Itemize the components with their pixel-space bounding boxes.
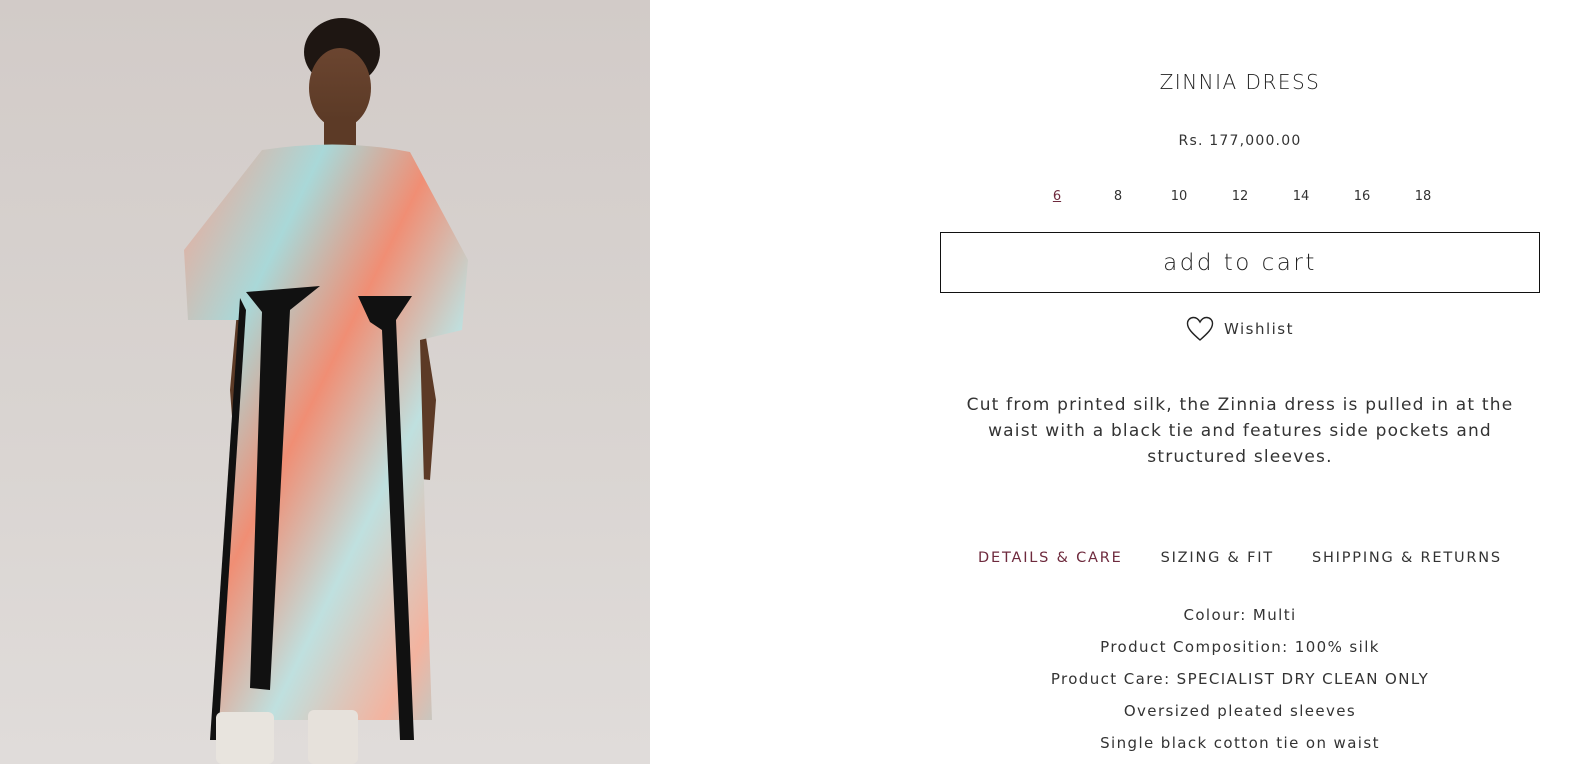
detail-composition: Product Composition: 100% silk — [1100, 638, 1380, 656]
product-description: Cut from printed silk, the Zinnia dress … — [966, 395, 1514, 467]
detail-care: Product Care: SPECIALIST DRY CLEAN ONLY — [1050, 670, 1430, 688]
product-photo-illustration — [184, 18, 468, 764]
size-option-12[interactable]: 12 — [1210, 189, 1271, 204]
add-to-cart-button[interactable]: add to cart — [940, 232, 1540, 293]
size-option-16[interactable]: 16 — [1332, 189, 1393, 204]
product-image[interactable] — [0, 0, 650, 764]
tab-sizing-fit[interactable]: SIZING & FIT — [1161, 550, 1274, 566]
size-option-14[interactable]: 14 — [1271, 189, 1332, 204]
product-tabs: DETAILS & CARE SIZING & FIT SHIPPING & R… — [940, 550, 1540, 566]
heart-icon — [1186, 316, 1214, 341]
detail-colour: Colour: Multi — [1183, 606, 1297, 624]
tab-shipping-returns[interactable]: SHIPPING & RETURNS — [1312, 550, 1502, 566]
product-info: ZINNIA DRESS Rs. 177,000.00 6 8 10 12 14… — [940, 0, 1540, 764]
wishlist-button[interactable]: Wishlist — [940, 316, 1540, 342]
detail-tie: Single black cotton tie on waist — [1100, 734, 1380, 752]
wishlist-label: Wishlist — [1223, 320, 1295, 338]
product-price: Rs. 177,000.00 — [1178, 133, 1302, 149]
size-option-8[interactable]: 8 — [1088, 189, 1149, 204]
size-option-10[interactable]: 10 — [1149, 189, 1210, 204]
details-list: Colour: Multi Product Composition: 100% … — [940, 605, 1540, 764]
size-option-6[interactable]: 6 — [1027, 189, 1088, 204]
size-option-18[interactable]: 18 — [1393, 189, 1454, 204]
product-title: ZINNIA DRESS — [1159, 70, 1321, 94]
size-selector: 6 8 10 12 14 16 18 — [940, 189, 1540, 204]
tab-details-care[interactable]: DETAILS & CARE — [978, 550, 1123, 566]
detail-sleeves: Oversized pleated sleeves — [1123, 702, 1357, 720]
product-page: ZINNIA DRESS Rs. 177,000.00 6 8 10 12 14… — [0, 0, 1592, 764]
